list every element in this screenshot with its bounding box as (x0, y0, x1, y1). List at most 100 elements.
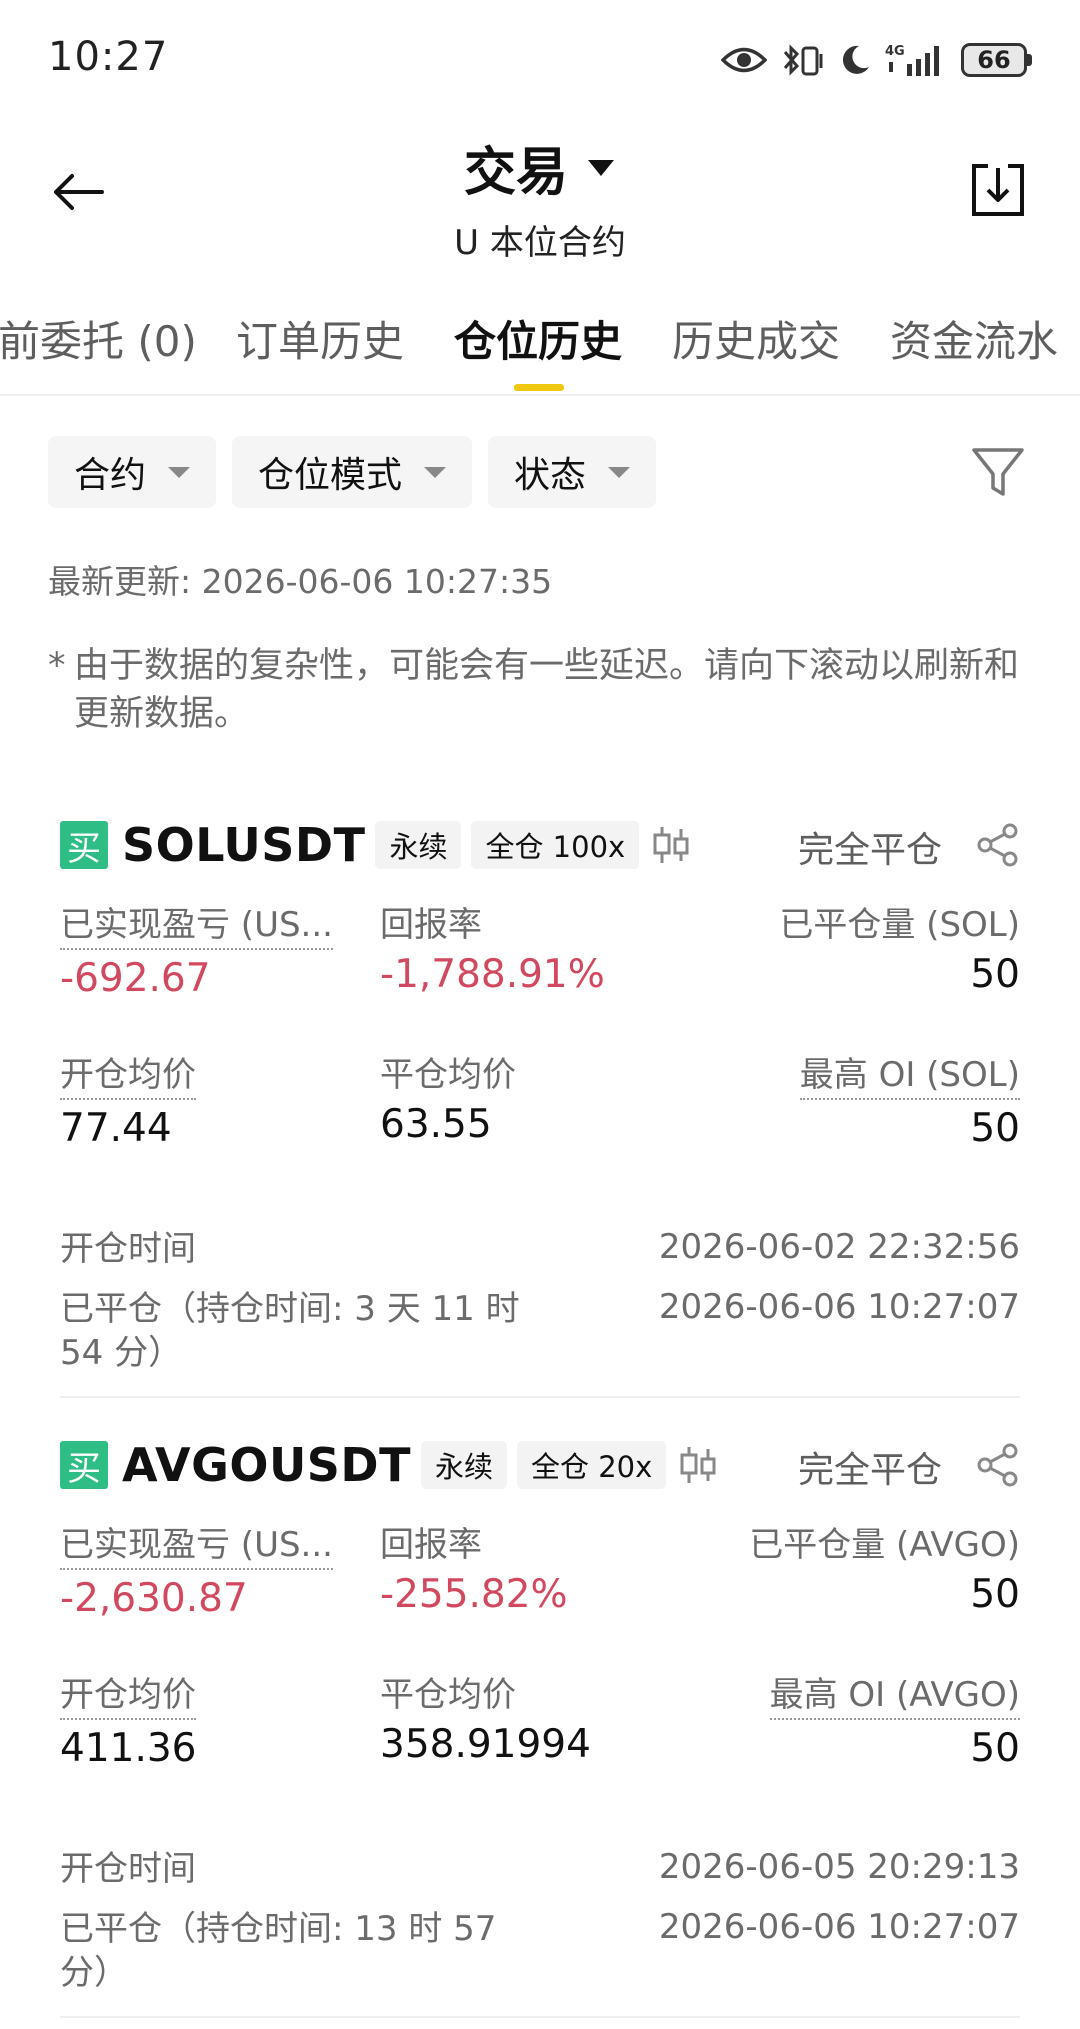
max-oi-label[interactable]: 最高 OI (AVGO) (769, 1667, 1020, 1720)
close-price-label: 平仓均价 (380, 1675, 516, 1715)
card-divider (60, 2016, 1020, 2018)
tab-trade-history[interactable]: 历史成交 (672, 308, 840, 369)
open-time-value: 2026-06-05 20:29:13 (658, 1847, 1020, 1887)
margin-leverage-tag: 全仓 100x (471, 821, 640, 869)
closed-qty-label: 已平仓量 (SOL) (779, 905, 1020, 945)
status-icons: 4G 66 (721, 40, 1032, 80)
bluetooth-vibrate-icon (783, 44, 823, 76)
close-time-value: 2026-06-06 10:27:07 (658, 1287, 1020, 1327)
tab-funding-flow[interactable]: 资金流水 (890, 308, 1058, 369)
position-metrics: 已实现盈亏 (US... -2,630.87 回报率 -255.82% 已平仓量… (60, 1517, 1020, 1847)
close-time-value: 2026-06-06 10:27:07 (658, 1907, 1020, 1947)
closed-duration-line1: 已平仓（持仓时间: 13 时 57 (60, 1909, 497, 1949)
share-icon[interactable] (976, 1443, 1020, 1487)
open-time-label: 开仓时间 (60, 1229, 196, 1269)
filter-button[interactable] (968, 442, 1028, 502)
roi-value: -255.82% (380, 1572, 568, 1617)
position-metrics: 已实现盈亏 (US... -692.67 回报率 -1,788.91% 已平仓量… (60, 897, 1020, 1227)
candlestick-icon[interactable] (678, 1443, 718, 1487)
open-time-label: 开仓时间 (60, 1849, 196, 1889)
battery-icon: 66 (961, 43, 1032, 77)
max-oi-label[interactable]: 最高 OI (SOL) (799, 1047, 1020, 1100)
moon-icon (842, 45, 869, 74)
share-icon[interactable] (976, 823, 1020, 867)
closed-qty-value: 50 (970, 1572, 1020, 1617)
eye-icon (721, 47, 767, 73)
contract-filter[interactable]: 合约 (48, 436, 217, 508)
max-oi: 最高 OI (SOL) 50 (799, 1047, 1020, 1151)
closed-duration-line2: 54 分） (60, 1333, 183, 1373)
status-time: 10:27 (48, 34, 169, 80)
status-filter-label: 状态 (514, 455, 587, 496)
tab-order-history[interactable]: 订单历史 (236, 308, 404, 369)
title-dropdown[interactable]: 交易 (464, 130, 616, 205)
position-card[interactable]: 买 SOLUSDT 永续 全仓 100x 完全平仓 已实现盈亏 (US... -… (60, 815, 1020, 1427)
close-price: 平仓均价 63.55 (380, 1047, 516, 1147)
notice-text: 由于数据的复杂性，可能会有一些延迟。请向下滚动以刷新和更新数据。 (74, 646, 1020, 734)
signal-4g-icon: 4G (885, 44, 939, 76)
status-bar: 10:27 4G 66 (0, 0, 1080, 120)
tab-bar: 前委托 (0) 订单历史 仓位历史 历史成交 资金流水 (0, 296, 1080, 396)
page-title: 交易 (463, 143, 568, 203)
candlestick-icon[interactable] (651, 823, 691, 867)
close-price-value: 63.55 (380, 1102, 492, 1147)
roi-value: -1,788.91% (380, 952, 605, 997)
close-price-label: 平仓均价 (380, 1055, 516, 1095)
position-card[interactable]: 买 AVGOUSDT 永续 全仓 20x 完全平仓 已实现盈亏 (US... -… (60, 1435, 1020, 2029)
realized-pnl-label[interactable]: 已实现盈亏 (US... (60, 897, 333, 950)
closed-duration-line2: 分） (60, 1953, 128, 1993)
notice-asterisk: * (48, 646, 66, 686)
close-all-button[interactable]: 完全平仓 (798, 1441, 942, 1493)
close-price-value: 358.91994 (380, 1722, 591, 1767)
realized-pnl-value: -2,630.87 (60, 1576, 248, 1621)
close-all-button[interactable]: 完全平仓 (798, 821, 942, 873)
position-header: 买 AVGOUSDT 永续 全仓 20x 完全平仓 (60, 1435, 1020, 1495)
realized-pnl-value: -692.67 (60, 956, 211, 1001)
entry-price-value: 77.44 (60, 1106, 172, 1151)
position-mode-filter-label: 仓位模式 (258, 455, 403, 496)
entry-price-value: 411.36 (60, 1726, 197, 1771)
realized-pnl: 已实现盈亏 (US... -2,630.87 (60, 1517, 333, 1621)
roi-label: 回报率 (380, 905, 482, 945)
download-button[interactable] (970, 160, 1026, 220)
title-area: 交易 U 本位合约 (0, 130, 1080, 264)
margin-leverage-tag: 全仓 20x (517, 1441, 667, 1489)
tab-position-history[interactable]: 仓位历史 (454, 308, 622, 369)
open-time-value: 2026-06-02 22:32:56 (658, 1227, 1020, 1267)
max-oi: 最高 OI (AVGO) 50 (769, 1667, 1020, 1771)
entry-price-label[interactable]: 开仓均价 (60, 1047, 196, 1100)
position-times: 开仓时间 2026-06-05 20:29:13 已平仓（持仓时间: 13 时 … (60, 1847, 1020, 2029)
realized-pnl: 已实现盈亏 (US... -692.67 (60, 897, 333, 1001)
filter-bar: 合约 仓位模式 状态 (48, 436, 657, 508)
position-mode-filter[interactable]: 仓位模式 (232, 436, 473, 508)
side-badge: 买 (60, 1441, 108, 1489)
header: 交易 U 本位合约 (0, 120, 1080, 263)
data-delay-notice: * 由于数据的复杂性，可能会有一些延迟。请向下滚动以刷新和更新数据。 (48, 642, 1038, 738)
status-filter[interactable]: 状态 (488, 436, 657, 508)
contract-type-tag: 永续 (375, 821, 462, 869)
caret-down-icon (608, 466, 631, 478)
closed-duration-line1: 已平仓（持仓时间: 3 天 11 时 (60, 1289, 520, 1329)
caret-down-icon (424, 466, 447, 478)
contract-filter-label: 合约 (74, 455, 147, 496)
closed-qty-label: 已平仓量 (AVGO) (749, 1525, 1020, 1565)
roi: 回报率 -1,788.91% (380, 897, 605, 997)
battery-level: 66 (961, 43, 1027, 77)
entry-price: 开仓均价 411.36 (60, 1667, 197, 1771)
entry-price-label[interactable]: 开仓均价 (60, 1667, 197, 1720)
max-oi-value: 50 (970, 1726, 1020, 1771)
caret-down-icon (168, 466, 191, 478)
symbol: AVGOUSDT (122, 1438, 411, 1492)
closed-qty: 已平仓量 (AVGO) 50 (749, 1517, 1020, 1617)
roi: 回报率 -255.82% (380, 1517, 568, 1617)
last-updated: 最新更新: 2026-06-06 10:27:35 (48, 562, 553, 601)
roi-label: 回报率 (380, 1525, 482, 1565)
position-header: 买 SOLUSDT 永续 全仓 100x 完全平仓 (60, 815, 1020, 875)
tab-open-orders[interactable]: 前委托 (0) (0, 308, 197, 369)
download-icon (972, 164, 1024, 216)
entry-price: 开仓均价 77.44 (60, 1047, 196, 1151)
active-tab-indicator (514, 384, 564, 391)
svg-text:4G: 4G (885, 44, 905, 59)
page-subtitle: U 本位合约 (454, 223, 626, 263)
realized-pnl-label[interactable]: 已实现盈亏 (US... (60, 1517, 333, 1570)
